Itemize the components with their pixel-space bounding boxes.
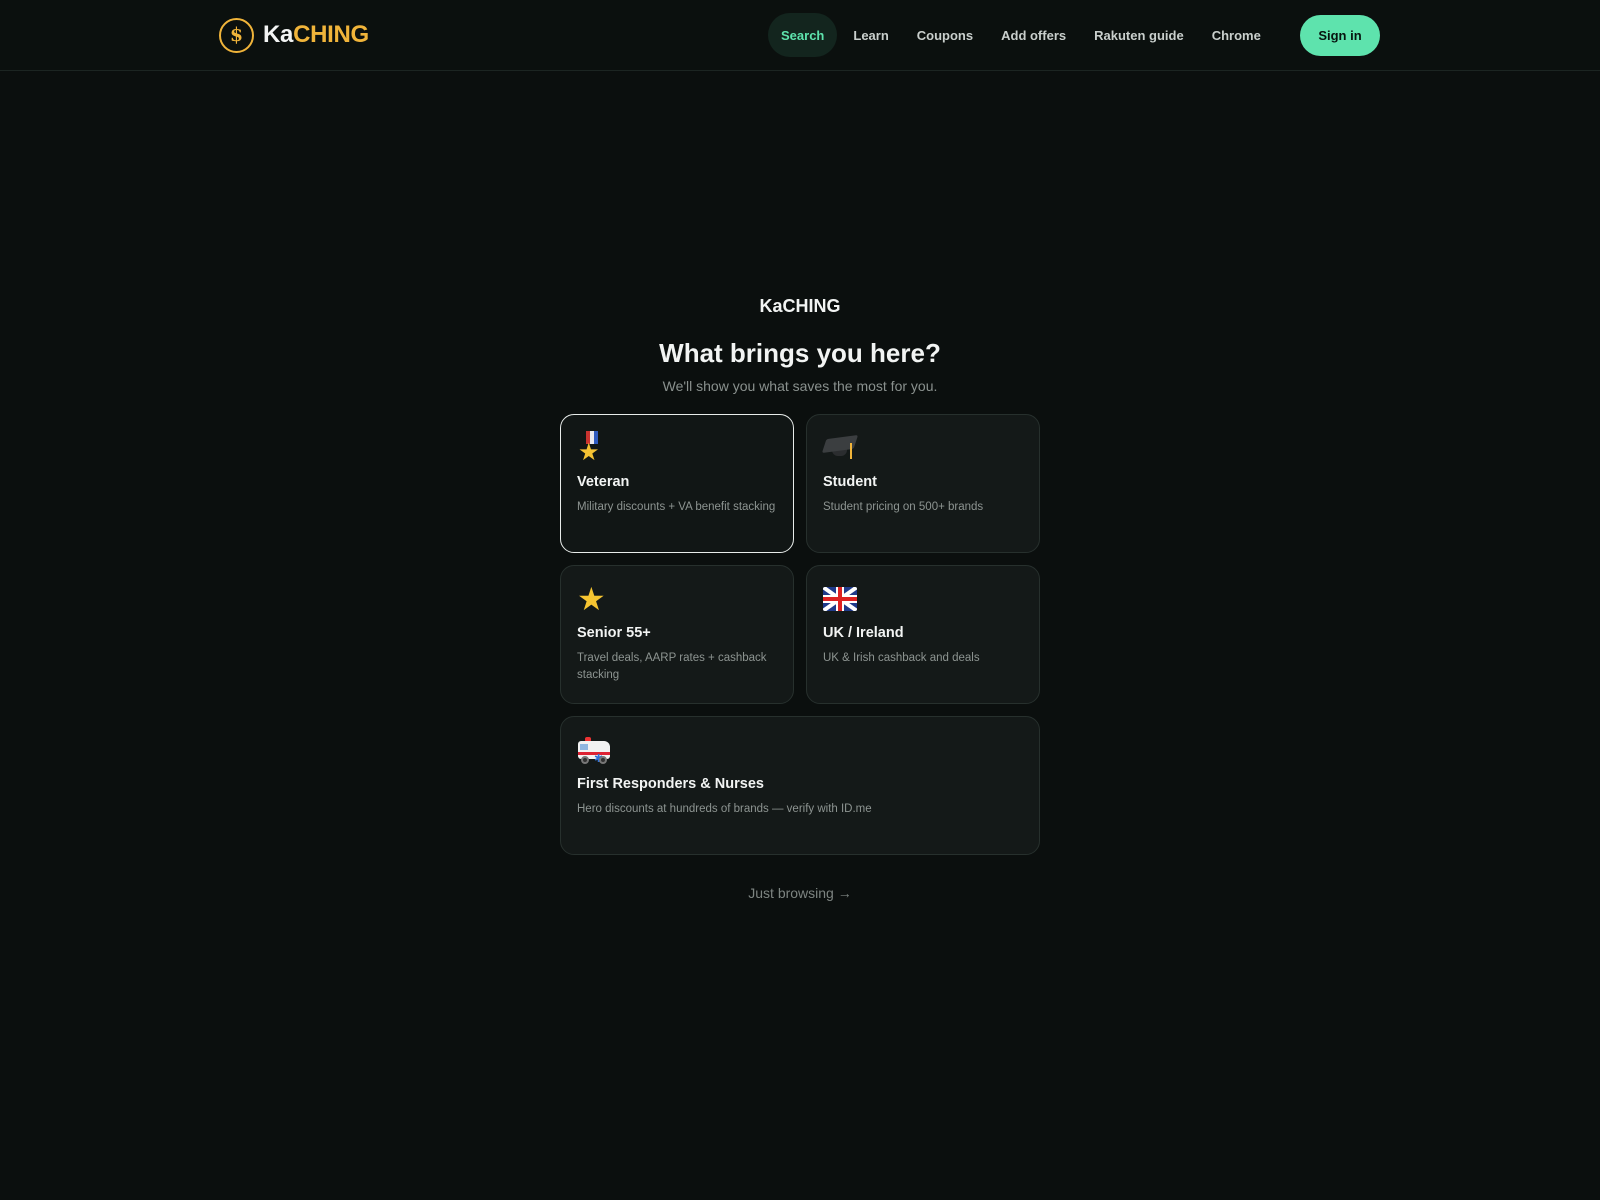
- brand-name: KaCHING: [263, 21, 369, 49]
- option-veteran[interactable]: ★ Veteran Military discounts + VA benefi…: [560, 414, 794, 553]
- option-description: Hero discounts at hundreds of brands — v…: [577, 803, 872, 815]
- brand-name-suffix: CHING: [293, 21, 369, 48]
- option-description: Travel deals, AARP rates + cashback stac…: [577, 652, 767, 681]
- brand-name-prefix: Ka: [263, 21, 294, 48]
- option-description: UK & Irish cashback and deals: [823, 652, 980, 664]
- option-title: UK / Ireland: [823, 625, 904, 641]
- nav-search[interactable]: Search: [768, 13, 838, 57]
- option-first-responders[interactable]: ✱ First Responders & Nurses Hero discoun…: [560, 716, 1040, 855]
- just-browsing-link[interactable]: Just browsing →: [748, 885, 851, 901]
- page-title: What brings you here?: [659, 338, 941, 368]
- page-subtitle: We'll show you what saves the most for y…: [662, 378, 938, 394]
- audience-options: ★ Veteran Military discounts + VA benefi…: [560, 414, 1040, 855]
- main-nav: Search Learn Coupons Add offers Rakuten …: [768, 13, 1275, 57]
- option-description: Military discounts + VA benefit stacking: [577, 501, 776, 513]
- ambulance-icon: ✱: [577, 733, 1023, 767]
- option-title: First Responders & Nurses: [577, 776, 764, 792]
- nav-rakuten-guide[interactable]: Rakuten guide: [1080, 13, 1198, 57]
- uk-flag-icon: [823, 582, 1023, 616]
- option-student[interactable]: Student Student pricing on 500+ brands: [806, 414, 1040, 553]
- brand-logo[interactable]: $ KaCHING: [219, 17, 369, 53]
- star-icon: ★: [577, 580, 606, 618]
- option-senior[interactable]: ★ Senior 55+ Travel deals, AARP rates + …: [560, 565, 794, 704]
- graduation-cap-icon: [821, 431, 1023, 465]
- nav-add-offers[interactable]: Add offers: [987, 13, 1080, 57]
- dollar-coin-icon: $: [219, 17, 254, 53]
- nav-learn[interactable]: Learn: [839, 13, 902, 57]
- top-navigation-bar: $ KaCHING Search Learn Coupons Add offer…: [0, 0, 1600, 71]
- sign-in-button[interactable]: Sign in: [1300, 15, 1380, 56]
- nav-chrome[interactable]: Chrome: [1198, 13, 1275, 57]
- option-title: Veteran: [577, 474, 630, 490]
- option-uk-ireland[interactable]: UK / Ireland UK & Irish cashback and dea…: [806, 565, 1040, 704]
- option-title: Student: [823, 474, 877, 490]
- option-description: Student pricing on 500+ brands: [823, 501, 984, 513]
- nav-coupons[interactable]: Coupons: [903, 13, 987, 57]
- military-medal-icon: ★: [577, 431, 777, 465]
- onboarding-panel: KaCHING What brings you here? We'll show…: [0, 290, 1600, 901]
- option-title: Senior 55+: [577, 625, 651, 641]
- onboarding-brand: KaCHING: [759, 296, 841, 316]
